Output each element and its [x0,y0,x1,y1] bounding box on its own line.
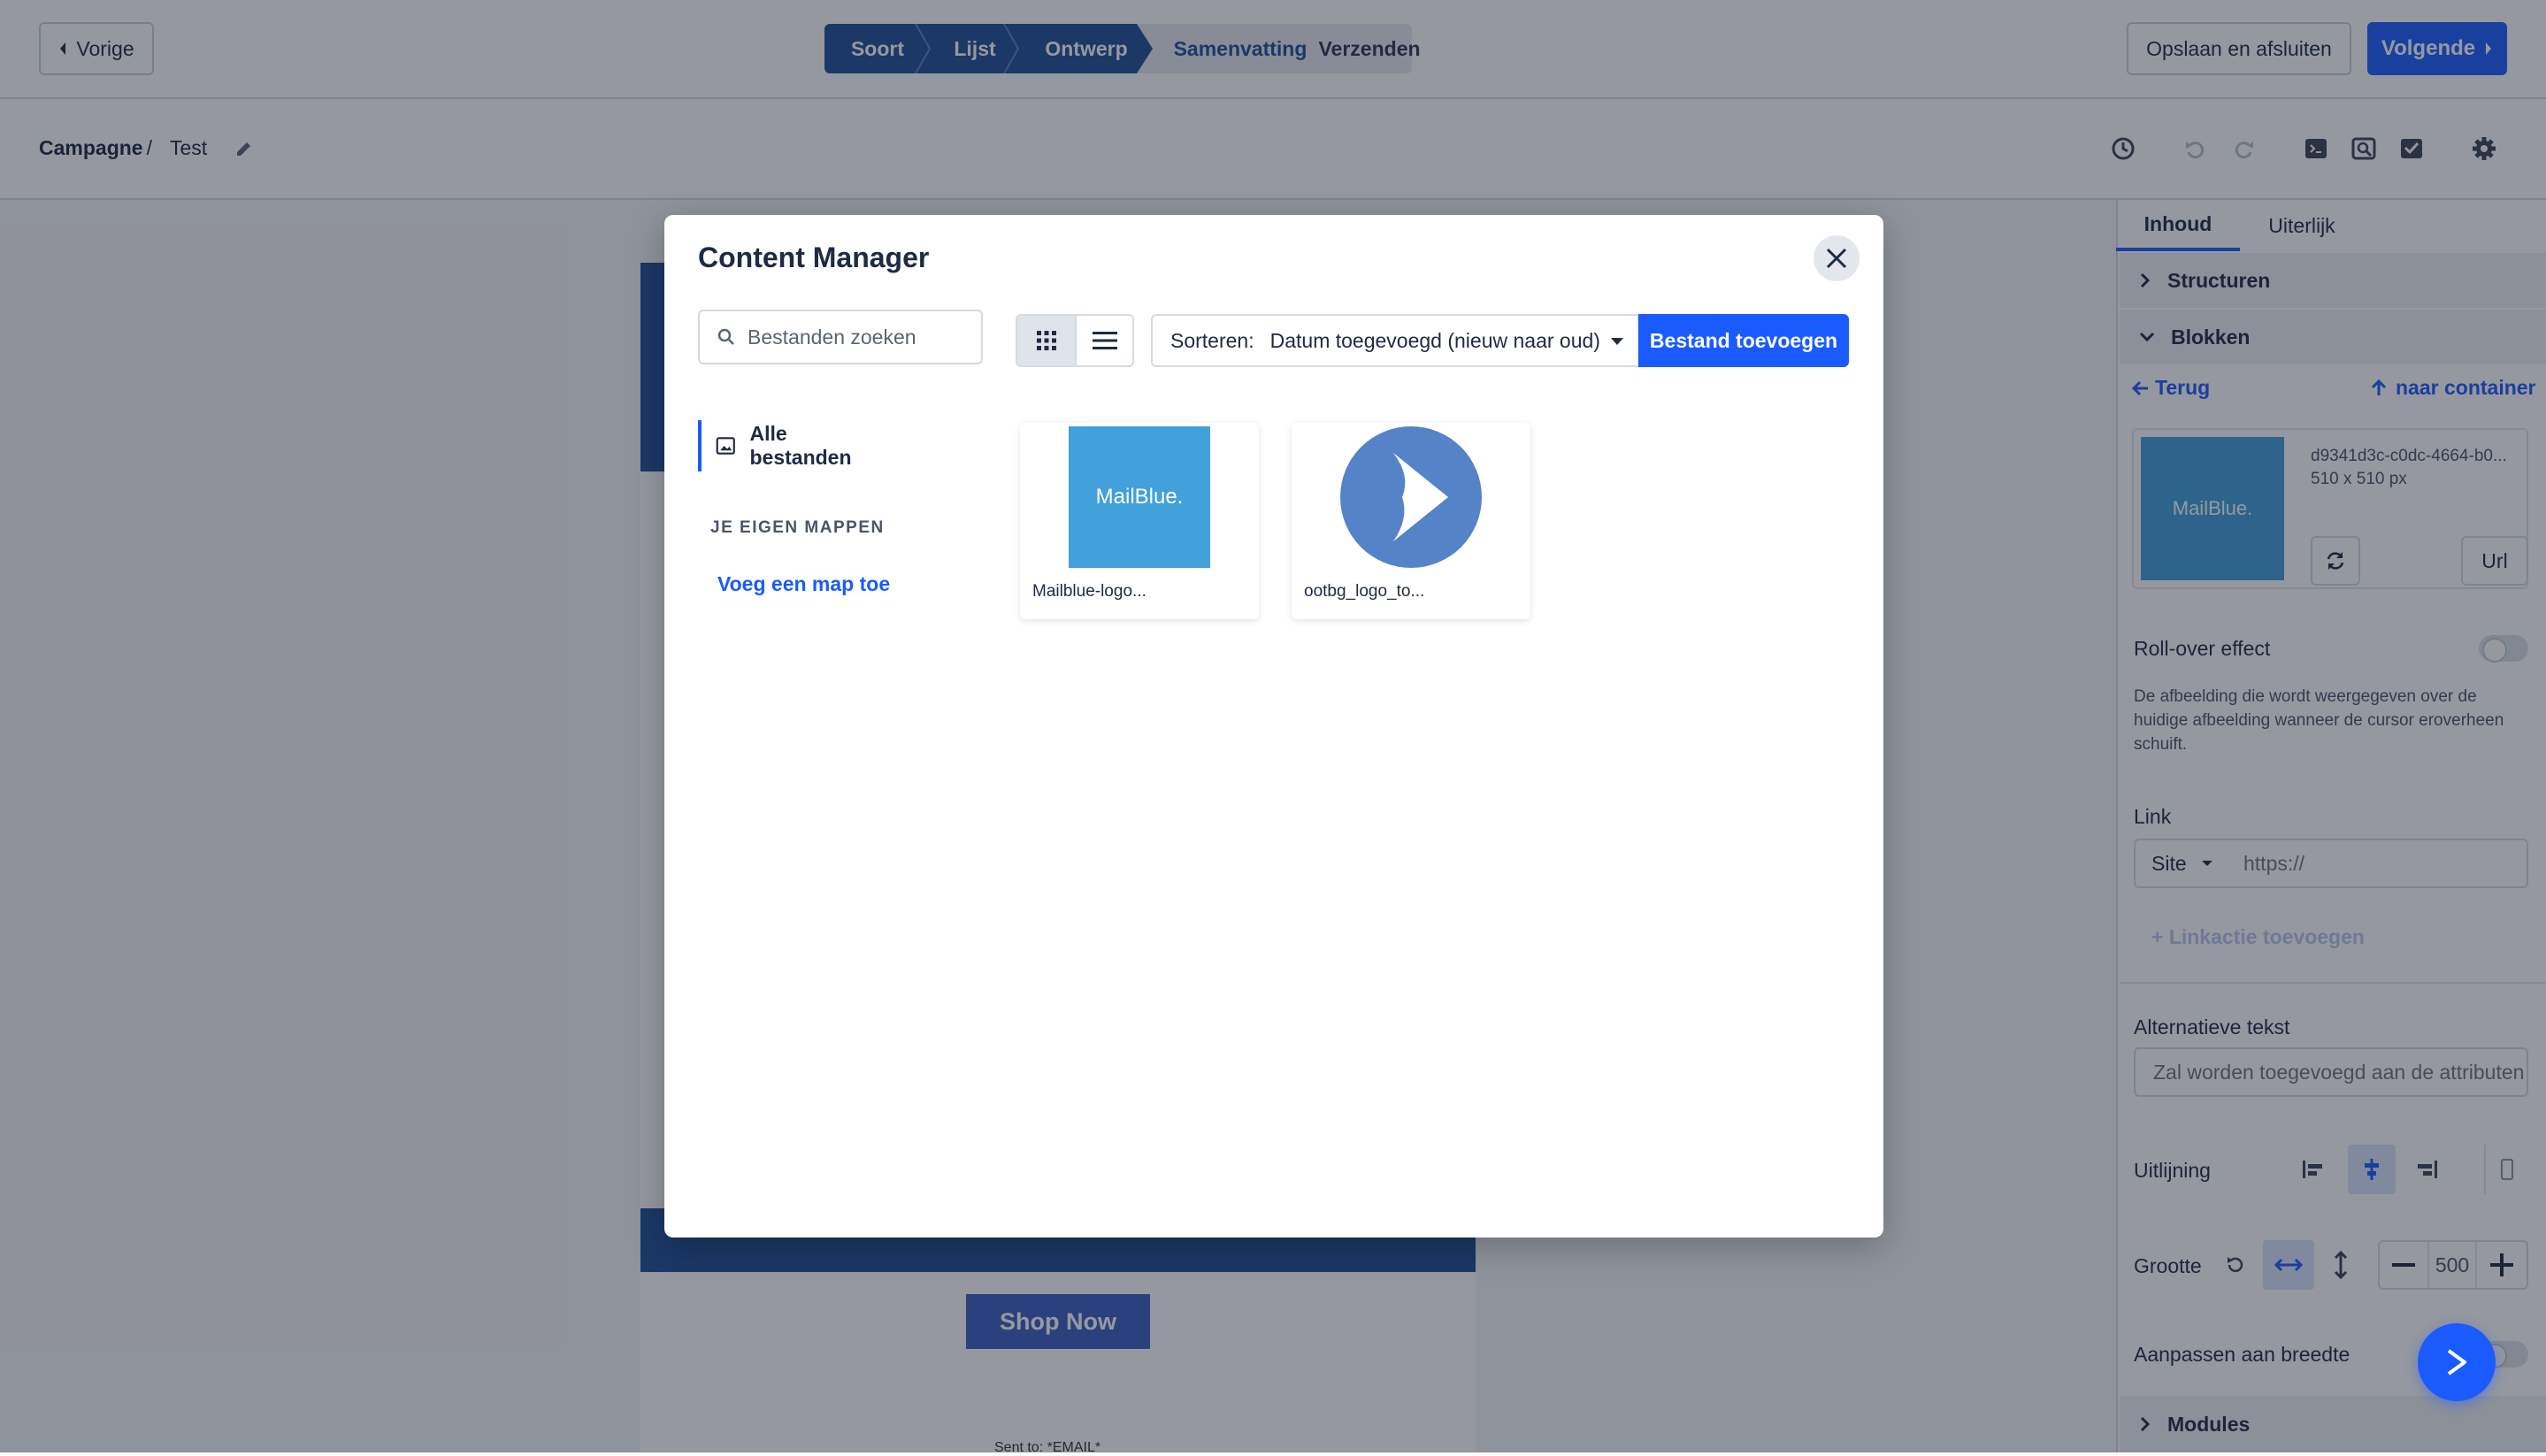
arrow-right-icon [2447,1349,2466,1376]
nav-all-files[interactable]: Alle bestanden [698,420,875,471]
file-search [698,310,983,364]
file-card-mailblue[interactable]: MailBlue. Mailblue-logo... [1020,423,1259,619]
sort-value: Datum toegevoegd (nieuw naar oud) [1269,328,1600,352]
grid-icon [1036,331,1056,350]
sort-select[interactable]: Sorteren: Datum toegevoegd (nieuw naar o… [1151,314,1639,367]
grid-view-button[interactable] [1017,316,1075,365]
content-manager-modal: Content Manager Sorteren: Datum toegevoe… [664,215,1883,1238]
list-view-button[interactable] [1075,316,1132,365]
add-folder-link[interactable]: Voeg een map toe [717,572,890,596]
file-name: Mailblue-logo... [1032,582,1146,601]
sort-label: Sorteren: [1170,328,1254,352]
close-icon [1826,248,1847,269]
modal-title: Content Manager [698,241,930,273]
send-fab-button[interactable] [2418,1323,2496,1401]
folders-heading: JE EIGEN MAPPEN [710,518,885,537]
file-name: ootbg_logo_to... [1304,582,1425,601]
caret-down-icon [1611,338,1623,345]
file-thumbnail: MailBlue. [1069,426,1210,568]
image-icon [716,437,735,455]
list-icon [1092,332,1117,349]
add-file-button[interactable]: Bestand toevoegen [1638,314,1849,367]
search-input[interactable] [746,324,967,350]
ootbg-logo-icon [1340,426,1482,568]
view-toggle [1016,314,1134,367]
file-card-ootbg[interactable]: ootbg_logo_to... [1292,423,1530,619]
close-modal-button[interactable] [1814,235,1860,281]
search-icon [717,328,734,345]
